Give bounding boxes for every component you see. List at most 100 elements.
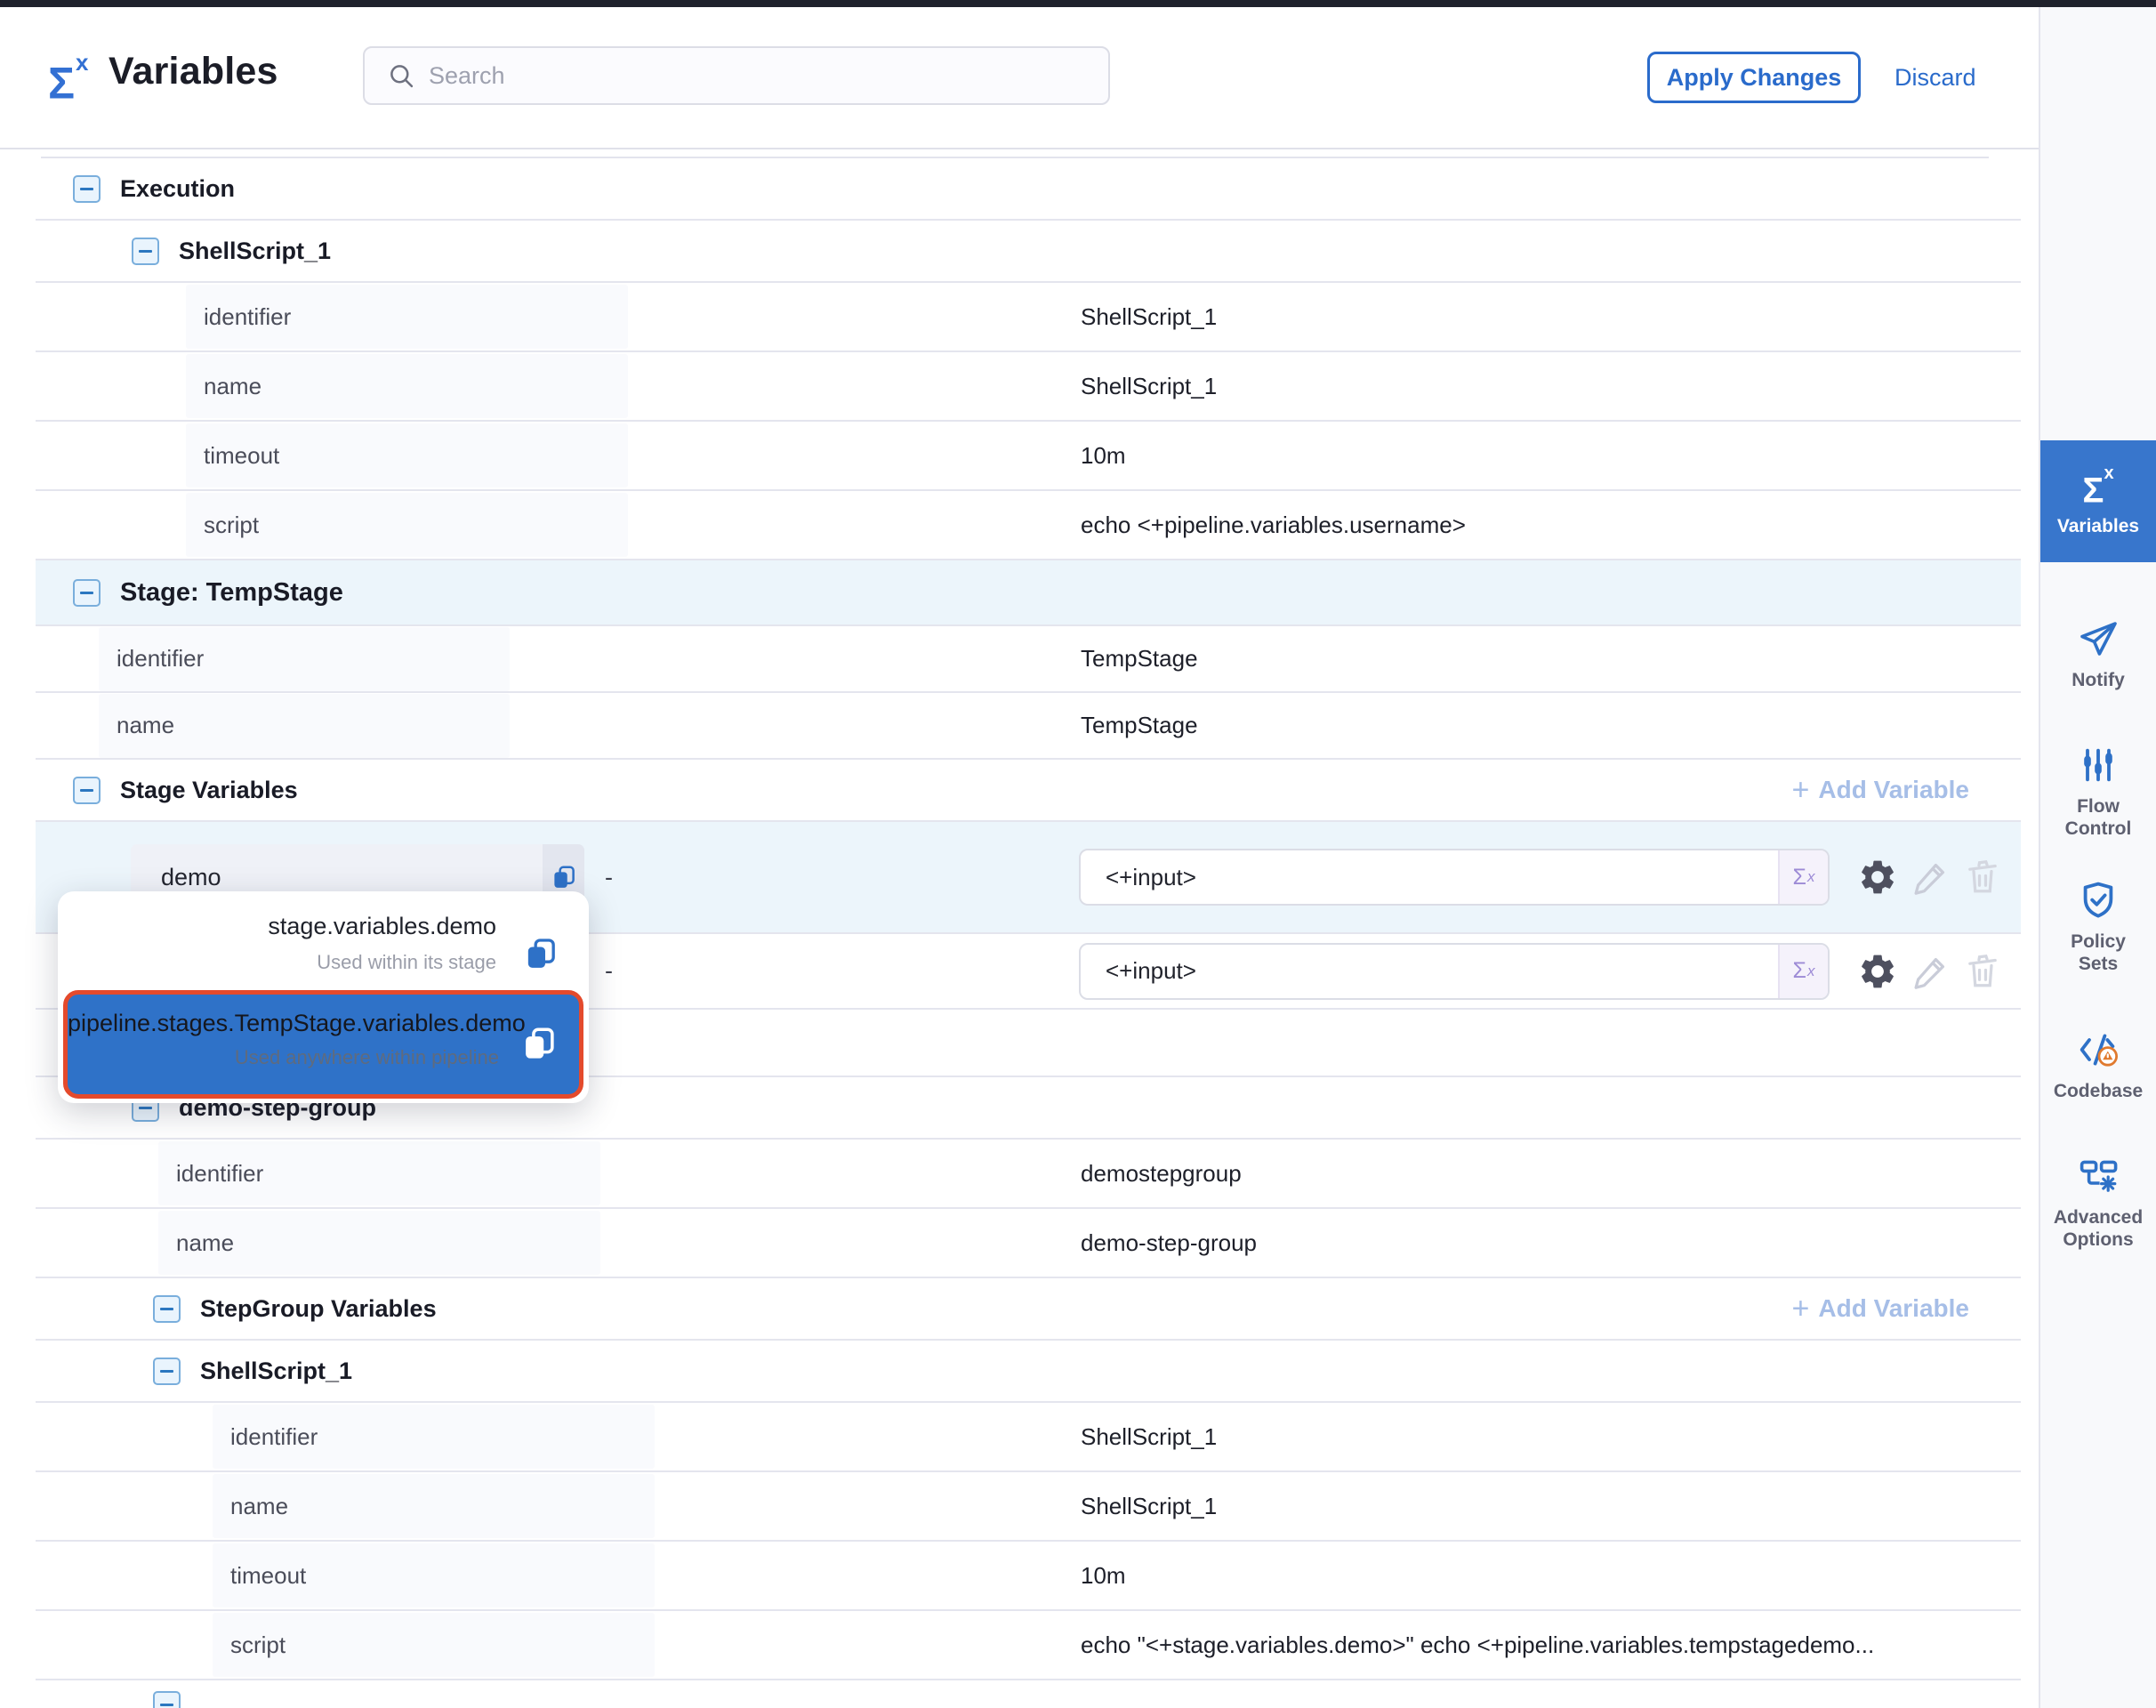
delete-icon[interactable] (1962, 951, 2003, 992)
field-label: name (99, 694, 510, 758)
field-value: echo "<+stage.variables.demo>" echo <+pi… (1081, 1631, 1874, 1659)
flowchart-gear-icon (2077, 1155, 2120, 1197)
variable-required-value: - (605, 864, 613, 891)
sidebar-item-policy-sets[interactable]: Policy Sets (2040, 879, 2156, 975)
add-variable-button[interactable]: +Add Variable (1792, 776, 1969, 804)
section-label: Execution (120, 175, 235, 203)
field-label: name (213, 1474, 655, 1538)
field-value: TempStage (1081, 712, 1198, 739)
expression-option-pipeline-scope-selected[interactable]: pipeline.stages.TempStage.variables.demo… (63, 990, 583, 1099)
variable-value-input[interactable]: <+input>Σx (1079, 943, 1830, 1000)
field-label: name (158, 1211, 600, 1275)
table-row: ShellScript_1 (36, 221, 2021, 283)
field-value: ShellScript_1 (1081, 373, 1217, 400)
delete-icon[interactable] (1962, 857, 2003, 898)
table-row: Stage: TempStage (36, 560, 2021, 626)
page-title: Variables (109, 50, 278, 93)
variable-expression-popup: stage.variables.demo Used within its sta… (58, 891, 589, 1103)
field-label: timeout (186, 423, 628, 487)
sigma-icon: Σx (2082, 465, 2113, 509)
table-row (36, 1680, 2021, 1708)
edit-icon[interactable] (1911, 951, 1951, 992)
sidebar-item-flow-control[interactable]: Flow Control (2040, 744, 2156, 840)
table-row: script echo <+pipeline.variables.username… (36, 491, 2021, 560)
collapse-icon[interactable] (73, 777, 101, 804)
search-icon (386, 60, 416, 91)
sidebar-item-advanced-options[interactable]: Advanced Options (2040, 1155, 2156, 1251)
copy-icon[interactable] (523, 936, 559, 971)
apply-changes-button[interactable]: Apply Changes (1647, 52, 1861, 103)
collapse-icon[interactable] (153, 1358, 181, 1385)
field-value: 10m (1081, 442, 1126, 470)
table-row: name TempStage (36, 693, 2021, 760)
variables-panel: Σx Variables Apply Changes Discard Σx Va… (0, 0, 2156, 1708)
header: Σx Variables Apply Changes Discard (0, 7, 2039, 149)
field-label: identifier (213, 1405, 655, 1469)
add-variable-button[interactable]: +Add Variable (1792, 1294, 1969, 1323)
section-label: Stage: TempStage (120, 578, 343, 608)
field-label: name (186, 354, 628, 418)
table-row: identifier TempStage (36, 626, 2021, 693)
expression-sigma-button[interactable]: Σx (1778, 945, 1828, 998)
top-window-bar (0, 0, 2156, 7)
expression-option-stage-scope[interactable]: stage.variables.demo Used within its sta… (58, 891, 589, 986)
table-row: timeout 10m (36, 422, 2021, 491)
variable-value-input[interactable]: <+input>Σx (1079, 849, 1830, 906)
table-row: script echo "<+stage.variables.demo>" ech… (36, 1611, 2021, 1680)
field-value: demostepgroup (1081, 1160, 1242, 1188)
settings-icon[interactable] (1857, 951, 1898, 992)
variable-required-value: - (605, 957, 613, 985)
field-label: script (186, 493, 628, 557)
plus-icon: + (1792, 777, 1810, 802)
table-row: ShellScript_1 (36, 1341, 2021, 1403)
field-label: identifier (158, 1141, 600, 1205)
table-row: name demo-step-group (36, 1209, 2021, 1278)
edit-icon[interactable] (1911, 857, 1951, 898)
settings-icon[interactable] (1857, 857, 1898, 898)
expression-sigma-button[interactable]: Σx (1778, 850, 1828, 904)
table-row: identifier demostepgroup (36, 1140, 2021, 1209)
table-row: name ShellScript_1 (36, 1472, 2021, 1542)
field-value: ShellScript_1 (1081, 303, 1217, 331)
paper-plane-icon (2077, 617, 2120, 660)
field-value: TempStage (1081, 645, 1198, 673)
sidebar-item-codebase[interactable]: Codebase (2040, 1028, 2156, 1102)
collapse-icon[interactable] (153, 1295, 181, 1323)
collapse-icon[interactable] (132, 238, 159, 265)
table-row: Execution (36, 158, 2021, 221)
search-box[interactable] (363, 46, 1110, 105)
table-row: Stage Variables +Add Variable (36, 760, 2021, 822)
field-label: script (213, 1613, 655, 1677)
section-label: ShellScript_1 (179, 238, 331, 265)
table-row: identifier ShellScript_1 (36, 1403, 2021, 1472)
field-label: identifier (186, 285, 628, 349)
table-row: name ShellScript_1 (36, 352, 2021, 422)
plus-icon: + (1792, 1296, 1810, 1321)
collapse-icon[interactable] (153, 1691, 181, 1708)
field-value: demo-step-group (1081, 1229, 1257, 1257)
section-label: ShellScript_1 (200, 1358, 352, 1385)
field-value: ShellScript_1 (1081, 1423, 1217, 1451)
right-sidebar: Σx Variables Notify Flow Control Policy … (2039, 7, 2156, 1708)
field-value: 10m (1081, 1562, 1126, 1590)
search-input[interactable] (429, 62, 1051, 90)
collapse-icon[interactable] (73, 175, 101, 203)
code-warning-icon (2077, 1028, 2120, 1071)
field-label: identifier (99, 627, 510, 691)
variables-sigma-icon: Σx (48, 48, 87, 110)
field-label: timeout (213, 1543, 655, 1607)
sidebar-item-variables[interactable]: Σx Variables (2040, 440, 2156, 562)
copy-icon[interactable] (520, 1025, 558, 1062)
section-label: Stage Variables (120, 777, 298, 804)
table-row: StepGroup Variables +Add Variable (36, 1278, 2021, 1341)
table-row: timeout 10m (36, 1542, 2021, 1611)
field-value: echo <+pipeline.variables.username> (1081, 512, 1466, 539)
shield-check-icon (2077, 879, 2120, 922)
field-value: ShellScript_1 (1081, 1493, 1217, 1520)
section-label: StepGroup Variables (200, 1295, 437, 1323)
sliders-icon (2077, 744, 2120, 786)
sidebar-item-notify[interactable]: Notify (2040, 617, 2156, 691)
discard-button[interactable]: Discard (1895, 52, 1976, 103)
collapse-icon[interactable] (73, 579, 101, 607)
table-row: identifier ShellScript_1 (36, 283, 2021, 352)
